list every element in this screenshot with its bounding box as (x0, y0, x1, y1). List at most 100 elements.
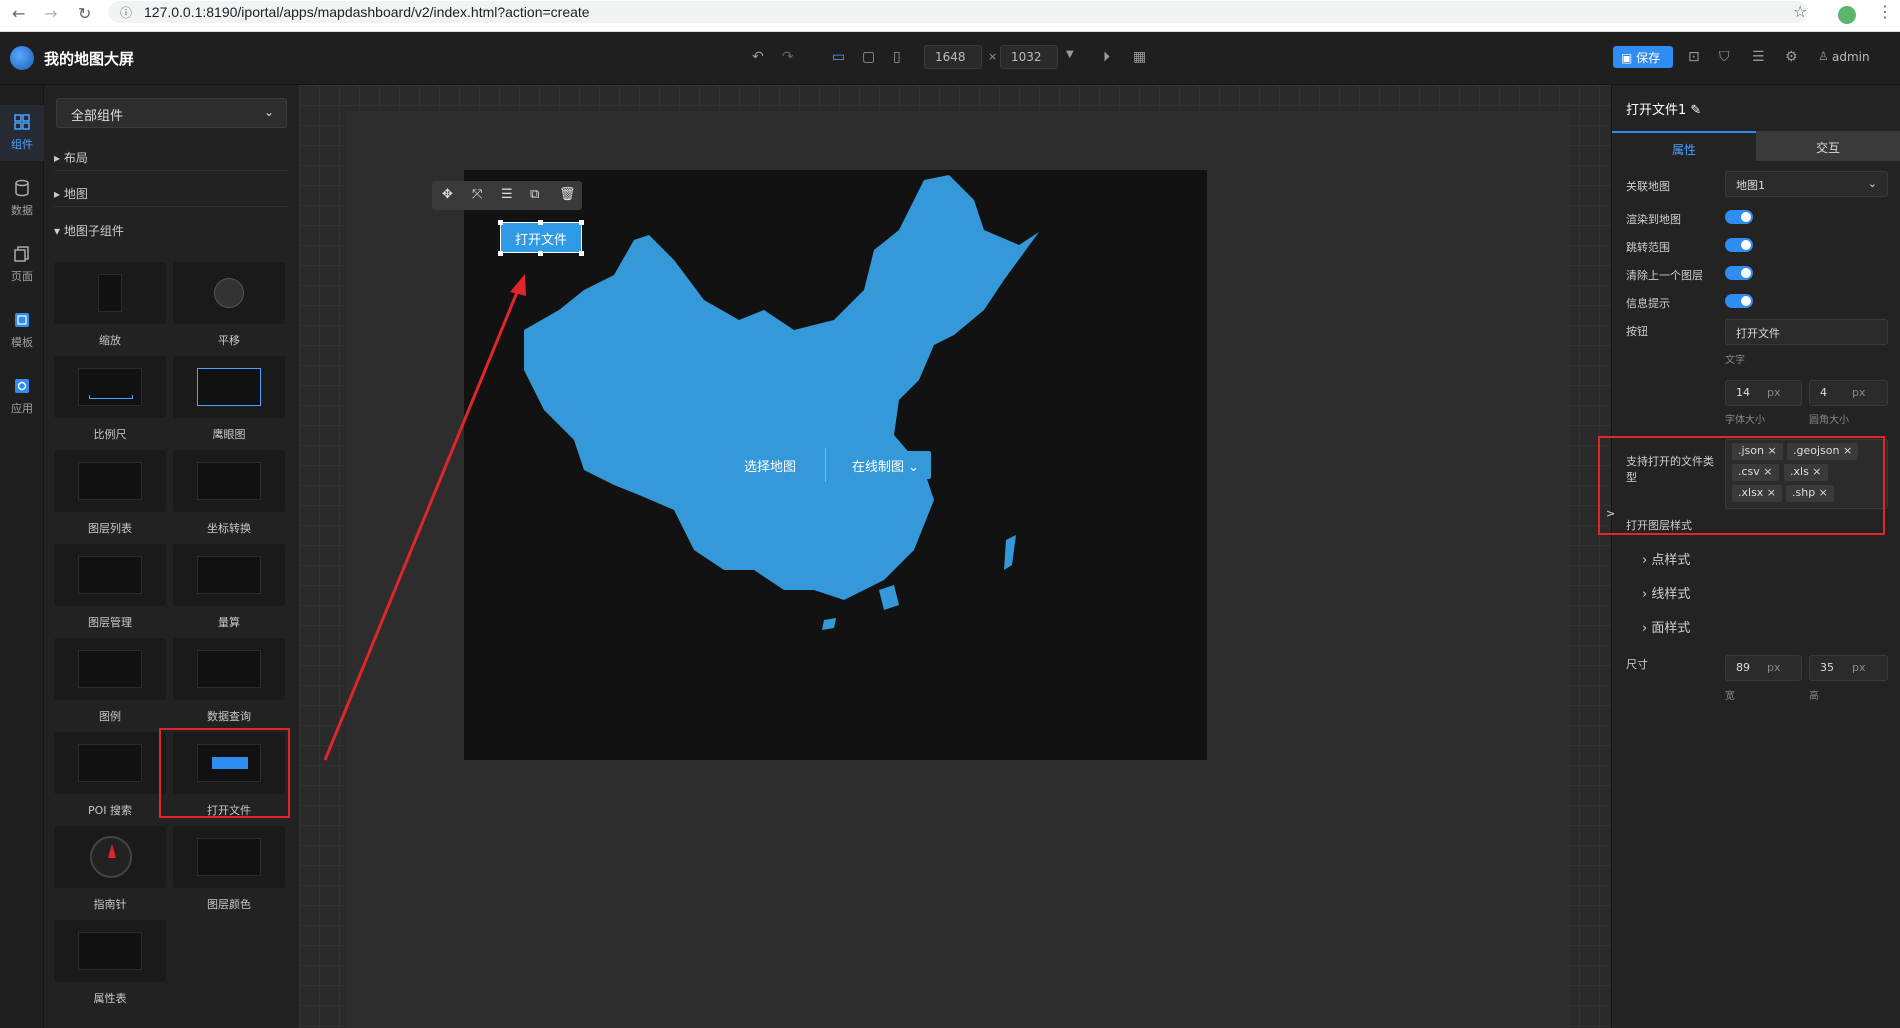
site-info-icon[interactable]: ⓘ (120, 4, 132, 21)
px-unit: px (1767, 386, 1781, 399)
resize-handle[interactable] (538, 220, 543, 225)
database-icon (15, 179, 29, 197)
resize-handle[interactable] (538, 251, 543, 256)
fullscreen-icon[interactable]: ⤧ (472, 187, 482, 202)
chevron-down-icon: ⌄ (1867, 177, 1877, 190)
category-layout[interactable]: ▸ 布局 (54, 143, 289, 171)
tile-label: 数据查询 (207, 710, 251, 723)
tile-poi-search[interactable] (54, 732, 166, 794)
tile-label: 指南针 (93, 898, 127, 911)
radius-input[interactable]: 4 (1809, 380, 1888, 406)
online-map-label: 在线制图 (852, 460, 905, 475)
settings-gear-icon[interactable]: ⚙ (1785, 49, 1798, 65)
rail-item-apps[interactable]: 应用 (0, 369, 44, 425)
tile-scale[interactable] (54, 356, 166, 418)
tile-zoom[interactable] (54, 262, 166, 324)
save-button[interactable]: ▣ 保存 (1613, 46, 1673, 68)
desktop-view-icon[interactable]: ▭ (832, 49, 845, 65)
tile-legend[interactable] (54, 638, 166, 700)
undo-icon[interactable]: ↶ (752, 49, 764, 65)
category-map[interactable]: ▸ 地图 (54, 179, 289, 207)
map-widget[interactable] (464, 170, 1207, 760)
size-height-input[interactable]: 35 (1809, 655, 1888, 681)
tablet-view-icon[interactable]: ▢ (862, 49, 875, 65)
preview-play-icon[interactable]: ⏵ (1103, 49, 1110, 65)
line-style-collapse[interactable]: › 线样式 (1642, 583, 1690, 602)
delete-icon[interactable]: 🗑 (559, 187, 576, 202)
theme-shirt-icon[interactable]: ⛉ (1719, 49, 1730, 65)
tab-properties[interactable]: 属性 (1612, 131, 1756, 161)
profile-avatar-icon[interactable] (1838, 6, 1856, 24)
button-text-input[interactable]: 打开文件 (1725, 319, 1888, 345)
caret-down-icon: ▾ (54, 224, 64, 238)
rail-item-data[interactable]: 数据 (0, 171, 44, 227)
tile-overview[interactable] (173, 356, 285, 418)
tile-coord-transform[interactable] (173, 450, 285, 512)
jump-extent-toggle[interactable] (1725, 238, 1753, 252)
tile-layer-color[interactable] (173, 826, 285, 888)
open-file-button[interactable]: 打开文件 (500, 222, 582, 253)
clear-layer-toggle[interactable] (1725, 266, 1753, 280)
forward-arrow-icon[interactable]: → (44, 4, 57, 23)
app-icon (15, 379, 29, 393)
layers-icon[interactable]: ☰ (501, 187, 513, 202)
canvas-width-input[interactable]: 1648 (924, 45, 982, 69)
resize-handle[interactable] (579, 251, 584, 256)
resize-handle[interactable] (498, 251, 503, 256)
redo-icon[interactable]: ↷ (782, 49, 794, 65)
layer-list-preview-icon (78, 462, 142, 500)
reload-icon[interactable]: ↻ (78, 4, 91, 23)
canvas-height-input[interactable]: 1032 (1000, 45, 1058, 69)
back-arrow-icon[interactable]: ← (12, 4, 25, 23)
render-to-map-toggle[interactable] (1725, 210, 1753, 224)
online-map-button[interactable]: 在线制图 ⌄ (840, 451, 932, 479)
browser-menu-icon[interactable]: ⋮ (1877, 2, 1893, 21)
edit-pencil-icon[interactable]: ✎ (1686, 103, 1701, 118)
font-size-input[interactable]: 14 (1725, 380, 1802, 406)
text-sublabel: 文字 (1725, 355, 1745, 366)
rail-item-templates[interactable]: 模板 (0, 303, 44, 359)
move-icon[interactable]: ✥ (442, 187, 453, 202)
caret-right-icon: ▸ (54, 151, 64, 165)
grid-icon (14, 114, 30, 130)
rail-item-components[interactable]: 组件 (0, 105, 44, 161)
select-map-button[interactable]: 选择地图 (732, 451, 809, 479)
tile-attribute-table[interactable] (54, 920, 166, 982)
tile-compass[interactable] (54, 826, 166, 888)
tile-measure[interactable] (173, 544, 285, 606)
measure-preview-icon (197, 556, 261, 594)
polygon-style-collapse[interactable]: › 面样式 (1642, 617, 1690, 636)
chevron-down-icon[interactable]: ▼ (1066, 49, 1074, 60)
mobile-view-icon[interactable]: ▯ (893, 49, 901, 65)
point-style-collapse[interactable]: › 点样式 (1642, 549, 1690, 568)
tile-label: 图例 (99, 710, 121, 723)
address-bar[interactable]: ⓘ 127.0.0.1:8190/iportal/apps/mapdashboa… (108, 1, 1808, 23)
tile-layer-manager[interactable] (54, 544, 166, 606)
resize-handle[interactable] (579, 220, 584, 225)
user-name[interactable]: admin (1832, 50, 1870, 64)
highlight-annotation-box (159, 728, 290, 818)
tile-layer-list[interactable] (54, 450, 166, 512)
scale-preview-icon (78, 368, 142, 406)
line-style-label: 线样式 (1651, 587, 1691, 602)
rail-item-pages[interactable]: 页面 (0, 237, 44, 293)
link-map-select[interactable]: 地图1 ⌄ (1725, 171, 1888, 197)
info-tip-toggle[interactable] (1725, 294, 1753, 308)
tab-interaction[interactable]: 交互 (1756, 131, 1900, 161)
save-label: 保存 (1636, 51, 1661, 65)
screenshot-icon[interactable]: ⊡ (1688, 49, 1700, 65)
highlight-annotation-box (1598, 436, 1885, 535)
tile-data-query[interactable] (173, 638, 285, 700)
user-icon[interactable]: ♙ (1818, 49, 1829, 63)
category-map-subcomponents[interactable]: ▾ 地图子组件 (54, 216, 289, 244)
tile-label: 比例尺 (93, 428, 127, 441)
size-width-input[interactable]: 89 (1725, 655, 1802, 681)
copy-icon[interactable]: ⧉ (530, 187, 539, 202)
qrcode-icon[interactable]: ▦ (1133, 49, 1146, 65)
tile-pan[interactable] (173, 262, 285, 324)
resize-handle[interactable] (498, 220, 503, 225)
widget-name-title[interactable]: 打开文件1 ✎ (1626, 99, 1701, 118)
list-icon[interactable]: ☰ (1752, 49, 1765, 65)
bookmark-star-icon[interactable]: ☆ (1793, 2, 1807, 21)
component-filter-select[interactable]: 全部组件 ⌄ (56, 98, 287, 128)
